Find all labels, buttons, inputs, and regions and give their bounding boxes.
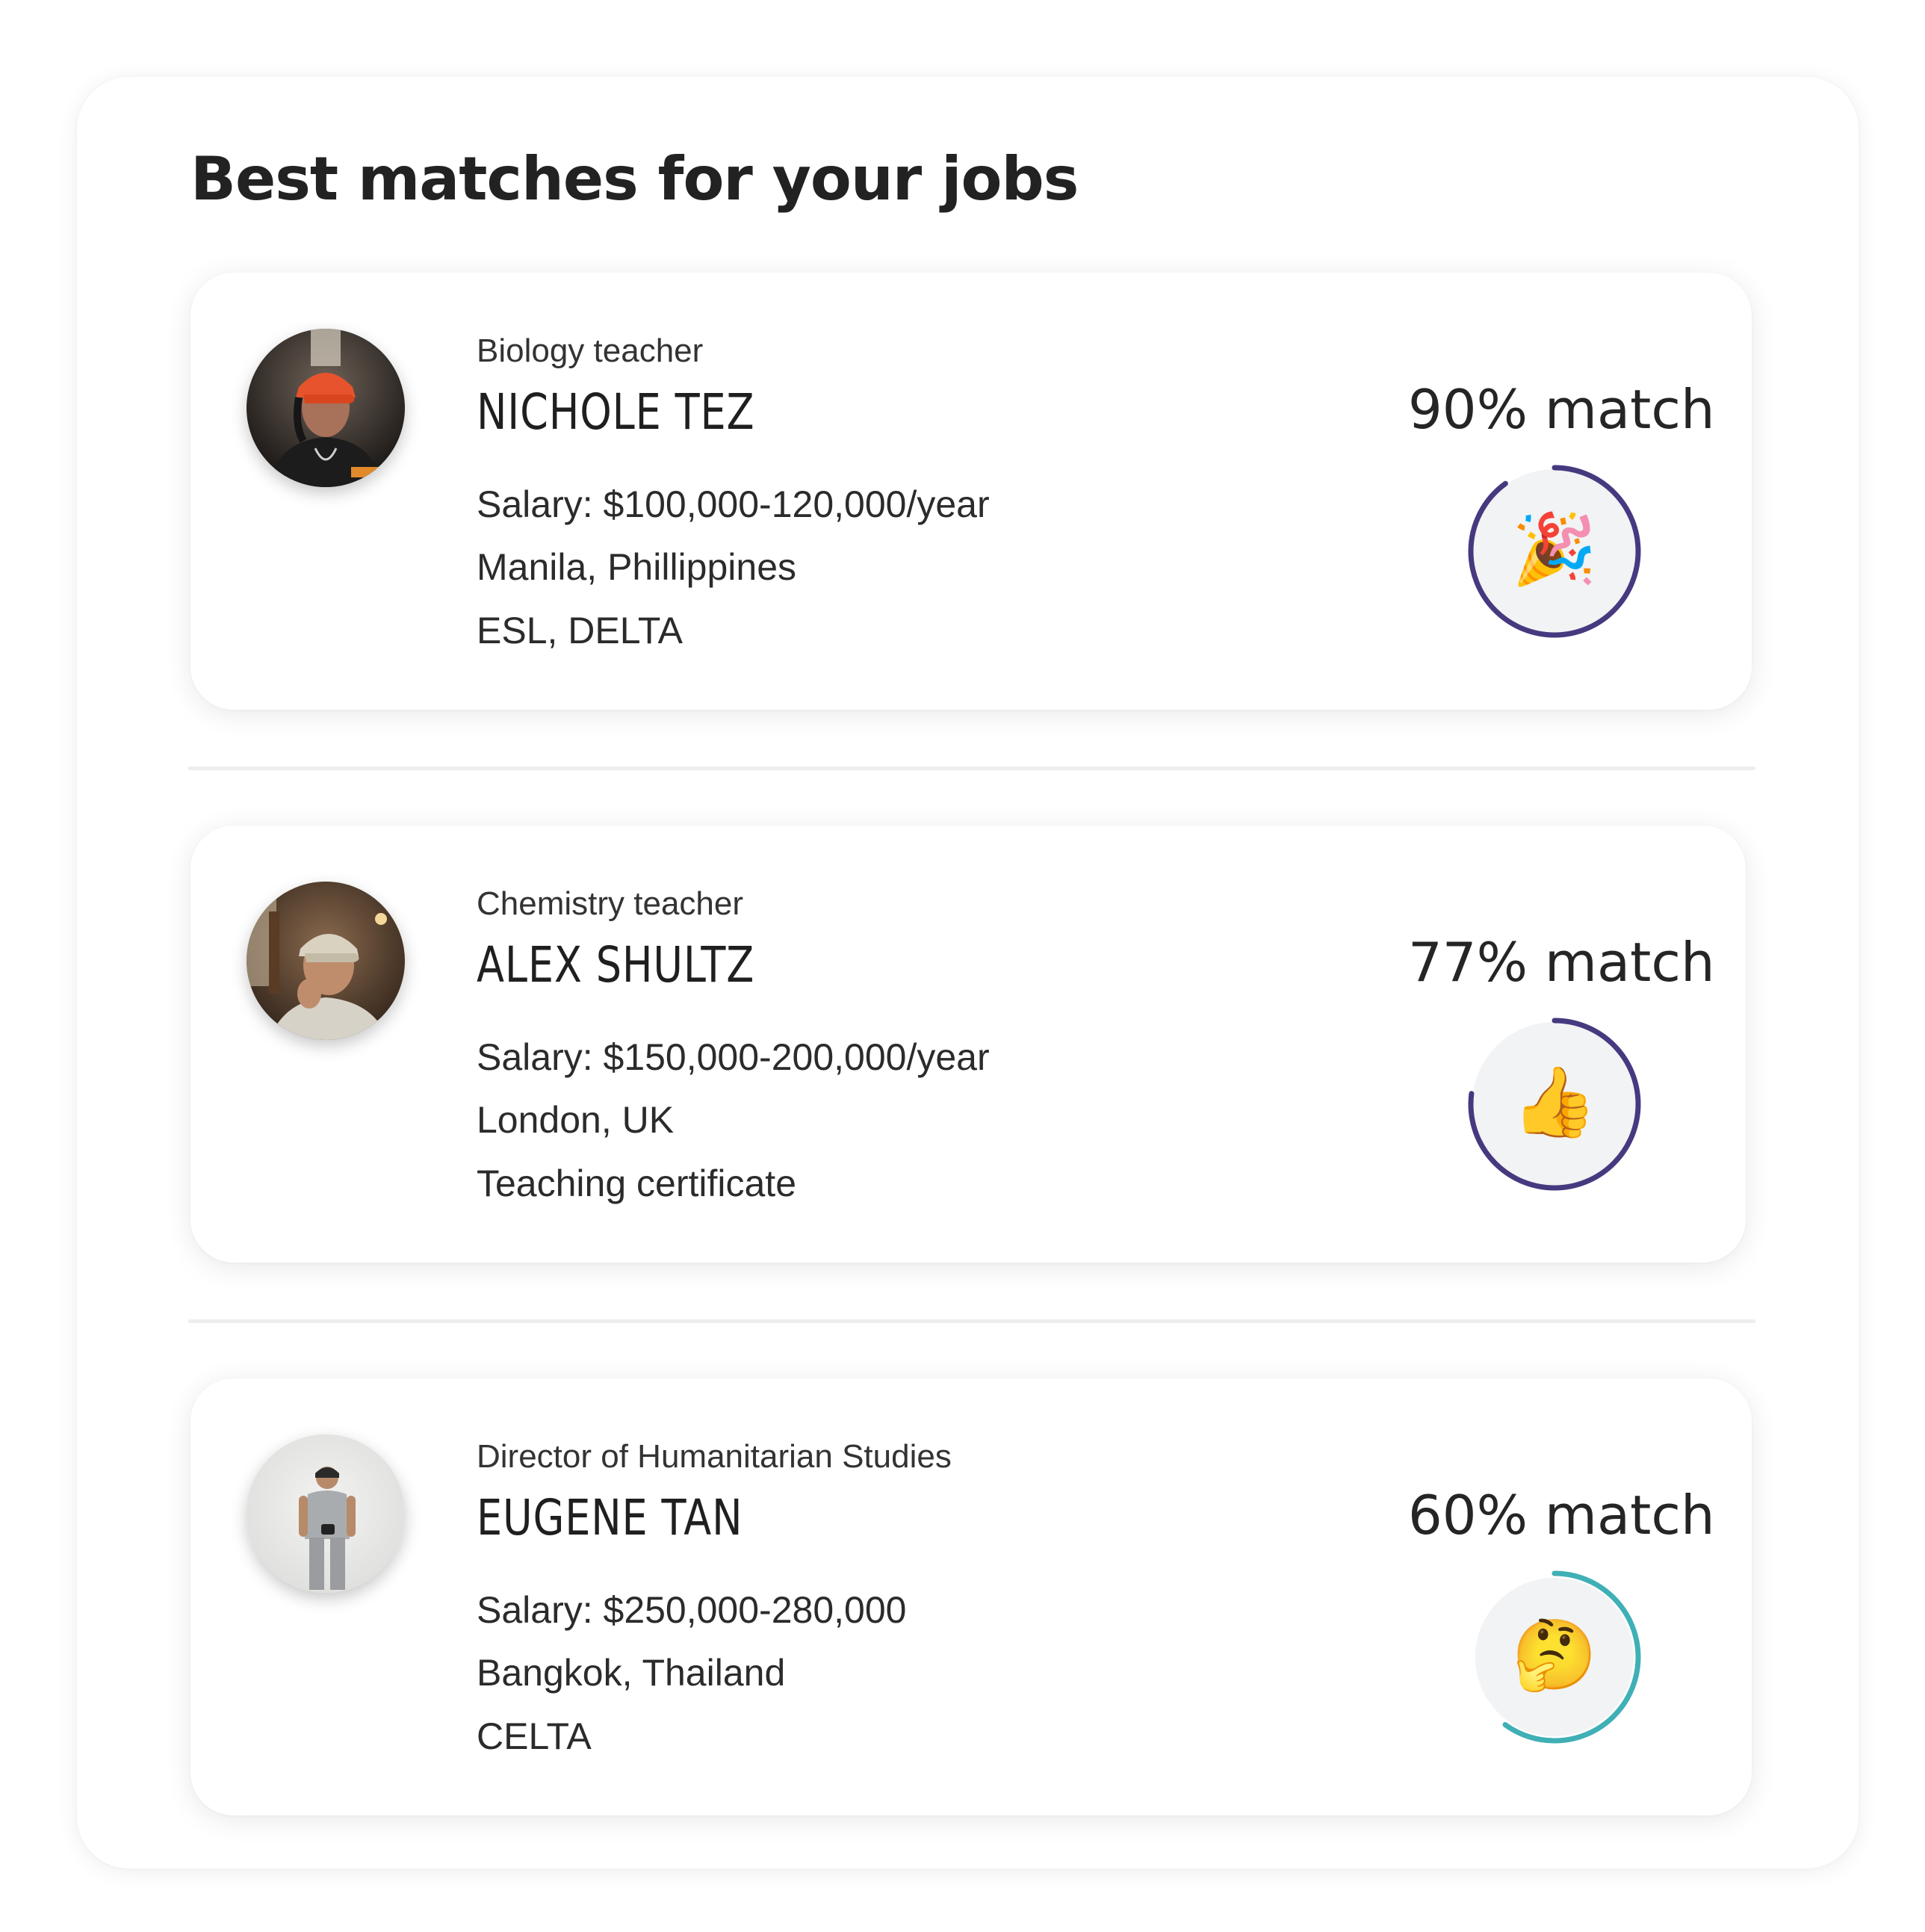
job-title: Chemistry teacher [477,885,744,922]
qualifications: ESL, DELTA [477,610,683,651]
match-score: 77% match [1408,931,1715,994]
avatar[interactable] [247,329,405,487]
candidate-name[interactable]: EUGENE TAN [477,1487,743,1549]
thumbs-up-icon: 👍 [1512,1062,1598,1141]
salary: Salary: $250,000-280,000 [477,1589,907,1631]
match-card[interactable]: Chemistry teacher ALEX SHULTZ Salary: $1… [190,826,1746,1263]
match-score: 60% match [1408,1484,1715,1546]
match-card[interactable]: Director of Humanitarian Studies EUGENE … [190,1378,1752,1815]
avatar[interactable] [247,1434,405,1593]
avatar-photo [247,882,405,1040]
thinking-face-icon: 🤔 [1512,1617,1598,1694]
avatar-photo [247,329,405,487]
match-score: 90% match [1408,378,1715,441]
divider [188,1319,1755,1323]
divider [188,767,1755,770]
page-title: Best matches for your jobs [190,144,1079,214]
job-title: Director of Humanitarian Studies [477,1438,952,1475]
party-popper-icon: 🎉 [1512,510,1598,589]
candidate-name[interactable]: NICHOLE TEZ [477,381,754,444]
location: Manila, Phillippines [477,546,797,588]
match-ring: 🤔 [1466,1569,1643,1745]
match-ring: 🎉 [1466,463,1643,640]
salary: Salary: $100,000-120,000/year [477,483,990,525]
qualifications: CELTA [477,1715,592,1757]
match-card[interactable]: Biology teacher NICHOLE TEZ Salary: $100… [190,273,1752,710]
location: Bangkok, Thailand [477,1652,786,1694]
avatar[interactable] [247,882,405,1040]
salary: Salary: $150,000-200,000/year [477,1036,990,1078]
job-title: Biology teacher [477,332,704,369]
match-ring: 👍 [1466,1016,1643,1192]
qualifications: Teaching certificate [477,1162,797,1204]
location: London, UK [477,1099,675,1141]
candidate-name[interactable]: ALEX SHULTZ [477,934,754,997]
avatar-photo [247,1434,405,1593]
